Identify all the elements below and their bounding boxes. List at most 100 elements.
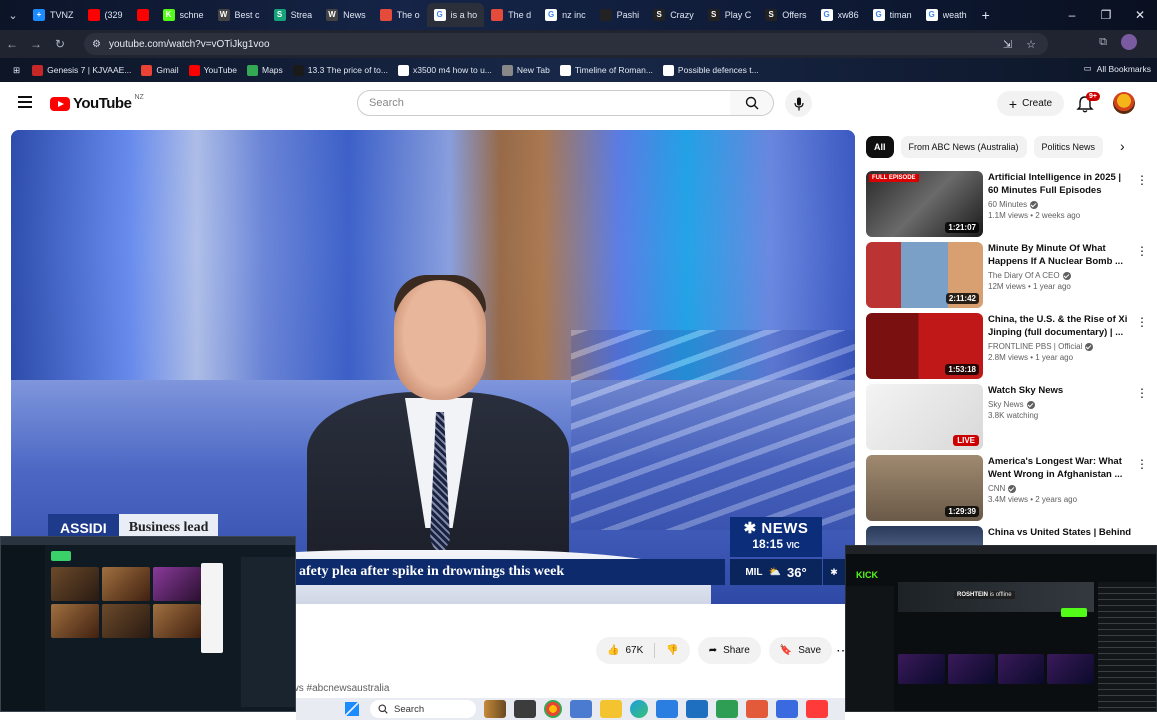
recommended-video[interactable]: 2:11:42 Minute By Minute Of What Happens … — [866, 242, 1148, 308]
taskbar-search[interactable]: Search — [370, 700, 476, 718]
browser-tab[interactable]: Gweath — [919, 3, 974, 27]
bookmark-item[interactable]: Possible defences t... — [658, 64, 764, 76]
dislike-button[interactable]: 👎 — [655, 637, 689, 664]
reload-icon[interactable]: ↻ — [48, 37, 72, 51]
browser-tab[interactable]: + TVNZ — [26, 3, 81, 27]
store-icon[interactable] — [686, 700, 708, 718]
apps-grid-icon[interactable]: ⊞ — [8, 65, 25, 76]
profile-icon[interactable] — [1121, 34, 1137, 50]
more-options-icon[interactable]: ⋮ — [1136, 457, 1148, 471]
browser-tab[interactable] — [130, 3, 156, 27]
bookmark-item[interactable]: x3500 m4 how to u... — [393, 64, 497, 76]
game-tile[interactable] — [51, 567, 99, 601]
channel-name[interactable]: Sky News — [988, 400, 1024, 409]
clip-thumb[interactable] — [1047, 654, 1094, 684]
more-options-icon[interactable]: ⋮ — [1136, 244, 1148, 258]
search-button[interactable] — [730, 90, 774, 116]
dropdown-menu[interactable] — [201, 563, 223, 653]
forward-icon[interactable]: → — [24, 37, 48, 51]
video-title[interactable]: Minute By Minute Of What Happens If A Nu… — [988, 242, 1133, 268]
bookmark-item[interactable]: New Tab — [497, 64, 555, 76]
create-button[interactable]: + Create — [997, 91, 1064, 116]
install-app-icon[interactable]: ⇲ — [1003, 38, 1012, 51]
search-input[interactable]: Search — [357, 90, 731, 116]
youtube-logo[interactable]: YouTube NZ — [50, 94, 144, 112]
video-thumbnail[interactable]: 2:11:42 — [866, 242, 983, 308]
game-tile[interactable] — [102, 604, 150, 638]
game-tile[interactable] — [153, 567, 201, 601]
casino-app-window[interactable] — [0, 536, 296, 712]
clip-thumb[interactable] — [947, 654, 995, 684]
save-button[interactable]: 🔖 Save — [768, 637, 833, 664]
video-player[interactable]: ASSIDI Business lead afety plea after sp… — [11, 130, 855, 604]
omnibox[interactable]: ⚙ youtube.com/watch?v=vOTiJkg1voo ⇲ ☆ — [84, 33, 1048, 55]
chevron-right-icon[interactable]: › — [1120, 138, 1125, 154]
browser-tab[interactable]: S Play C — [701, 3, 759, 27]
video-title[interactable]: China, the U.S. & the Rise of Xi Jinping… — [988, 313, 1133, 339]
follow-button[interactable] — [1061, 608, 1087, 617]
bookmark-star-icon[interactable]: ☆ — [1026, 38, 1036, 51]
site-info-icon[interactable]: ⚙ — [92, 39, 101, 50]
all-bookmarks[interactable]: ▭ All Bookmarks — [1084, 63, 1151, 74]
maximize-icon[interactable]: ❐ — [1089, 0, 1123, 30]
browser-tab[interactable]: Kschne — [156, 3, 211, 27]
video-title[interactable]: Watch Sky News — [988, 384, 1133, 397]
bookmark-item[interactable]: Genesis 7 | KJVAAE... — [27, 64, 136, 76]
recommended-video[interactable]: China vs United States | Behind — [866, 526, 1146, 546]
channel-name[interactable]: The Diary Of A CEO — [988, 271, 1060, 280]
browser-tab[interactable]: S Strea — [267, 3, 320, 27]
video-thumbnail[interactable] — [866, 526, 983, 546]
new-tab-icon[interactable]: + — [974, 7, 998, 23]
video-title[interactable]: China vs United States | Behind — [988, 526, 1133, 539]
recommended-video[interactable]: FULL EPISODE 1:21:07 Artificial Intelligen… — [866, 171, 1148, 237]
browser-tab[interactable]: S Offers — [758, 3, 813, 27]
video-thumbnail[interactable]: 1:53:18 — [866, 313, 983, 379]
browser-tab[interactable]: Pashi — [593, 3, 647, 27]
close-window-icon[interactable]: ✕ — [1123, 0, 1157, 30]
minimize-icon[interactable]: – — [1055, 0, 1089, 30]
channel-name[interactable]: CNN — [988, 484, 1005, 493]
more-options-icon[interactable]: ⋮ — [1136, 173, 1148, 187]
channel-name[interactable]: FRONTLINE PBS | Official — [988, 342, 1082, 351]
mail-icon[interactable] — [656, 700, 678, 718]
app-icon[interactable] — [570, 700, 592, 718]
menu-icon[interactable] — [18, 96, 32, 111]
url-text[interactable]: youtube.com/watch?v=vOTiJkg1voo — [109, 39, 270, 50]
browser-tab[interactable]: Gis a ho — [426, 3, 485, 27]
bookmark-item[interactable]: 13.3 The price of to... — [288, 64, 393, 76]
browser-tab[interactable]: S Crazy — [646, 3, 701, 27]
extensions-icon[interactable]: ⧉ — [1099, 36, 1107, 49]
more-options-icon[interactable]: ⋮ — [1136, 386, 1148, 400]
video-thumbnail[interactable]: FULL EPISODE 1:21:07 — [866, 171, 983, 237]
task-view-icon[interactable] — [514, 700, 536, 718]
filter-chip[interactable]: All — [866, 136, 894, 158]
app-icon[interactable] — [716, 700, 738, 718]
recommended-video[interactable]: 1:53:18 China, the U.S. & the Rise of Xi … — [866, 313, 1148, 379]
bookmark-item[interactable]: YouTube — [184, 64, 242, 76]
browser-tab[interactable]: W Best c — [211, 3, 267, 27]
back-icon[interactable]: ← — [0, 37, 24, 51]
like-button[interactable]: 👍 67K — [596, 637, 654, 664]
video-thumbnail[interactable]: LIVE — [866, 384, 983, 450]
clip-thumb[interactable] — [898, 654, 945, 684]
channel-name[interactable]: 60 Minutes — [988, 200, 1027, 209]
filter-chip[interactable]: From ABC News (Australia) — [900, 136, 1027, 158]
share-button[interactable]: ➦ Share — [697, 637, 761, 664]
browser-tab[interactable]: W News — [319, 3, 373, 27]
recommended-video[interactable]: LIVE Watch Sky News Sky News 3.8K watching ⋮ — [866, 384, 1148, 450]
tab-search-icon[interactable]: ⌄ — [0, 9, 26, 22]
video-title[interactable]: America's Longest War: What Went Wrong i… — [988, 455, 1133, 481]
widgets-icon[interactable] — [484, 700, 506, 718]
filter-chip[interactable]: Politics News — [1033, 136, 1104, 158]
recommended-video[interactable]: 1:29:39 America's Longest War: What Went … — [866, 455, 1148, 521]
file-explorer-icon[interactable] — [600, 700, 622, 718]
edge-icon[interactable] — [630, 700, 648, 718]
windows-start-icon[interactable] — [345, 702, 359, 716]
browser-tab[interactable]: The d — [484, 3, 538, 27]
game-tile[interactable] — [102, 567, 150, 601]
description-hashtags[interactable]: ews #abcnewsaustralia — [286, 683, 389, 694]
app-icon[interactable] — [776, 700, 798, 718]
browser-tab[interactable]: Gxw86 — [814, 3, 866, 27]
video-thumbnail[interactable]: 1:29:39 — [866, 455, 983, 521]
account-avatar[interactable] — [1113, 92, 1135, 114]
